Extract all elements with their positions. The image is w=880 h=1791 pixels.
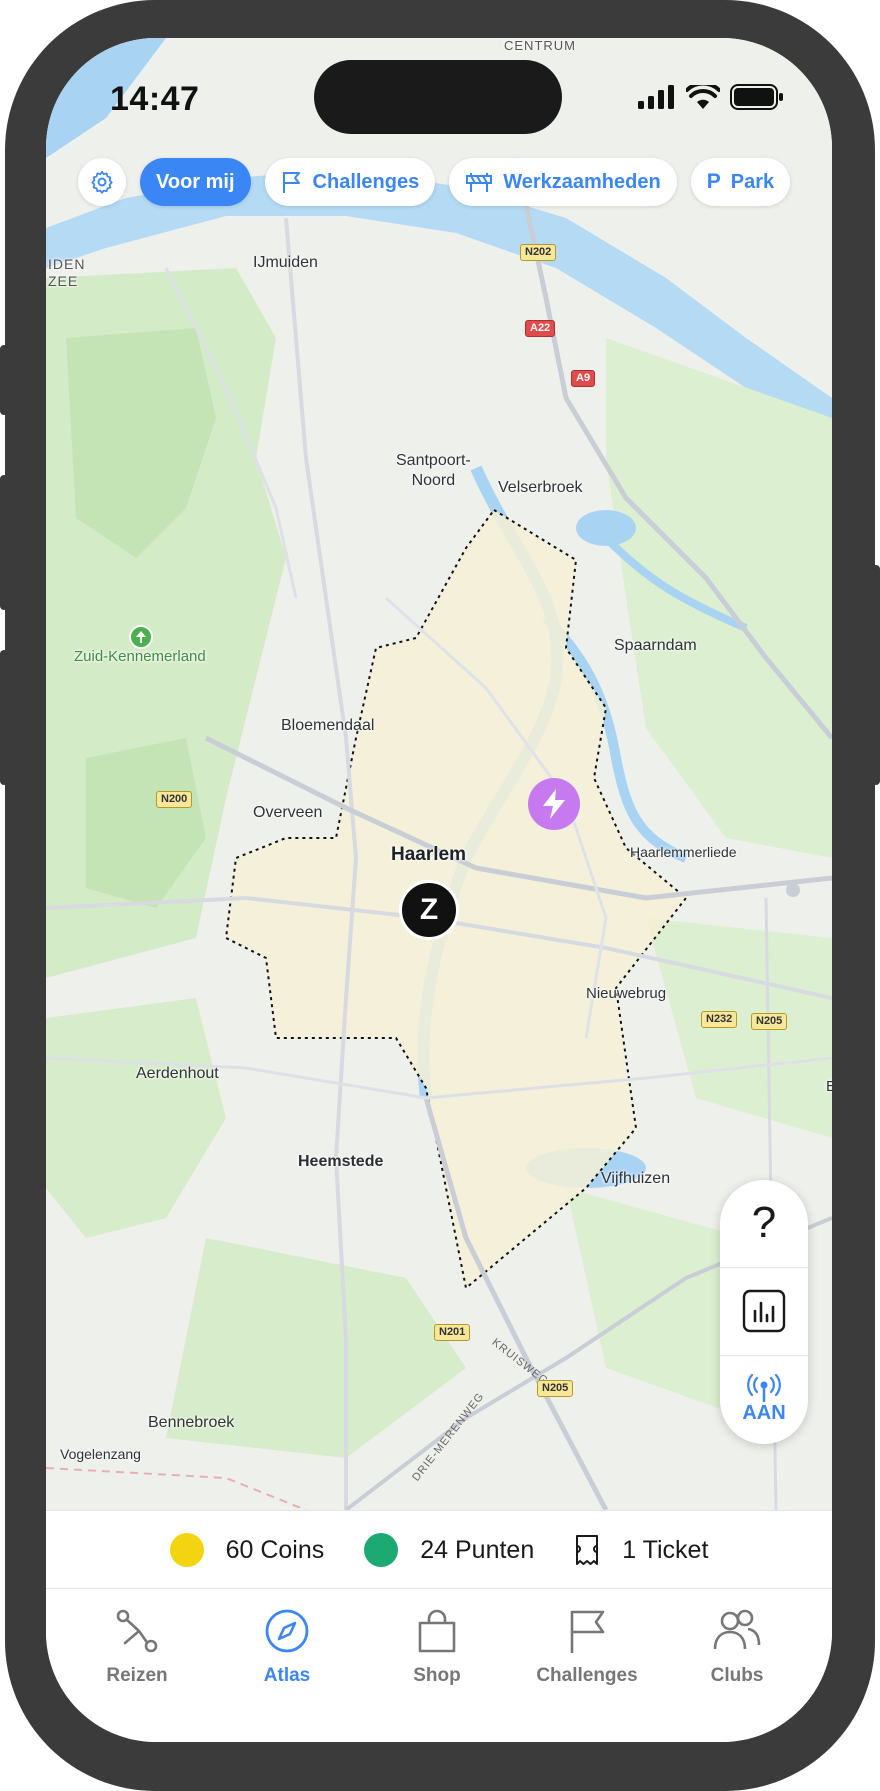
phone-device: CENTRUM IJmuiden IDEN ZEE Santpoort- Noo… — [0, 0, 880, 1791]
points-balance: 24 Punten — [364, 1533, 534, 1567]
label-zuid-kennemerland: Zuid-Kennemerland — [74, 648, 206, 665]
tab-challenges[interactable]: Challenges — [512, 1607, 662, 1687]
filter-park[interactable]: P Park — [690, 158, 791, 206]
label-haarlem: Haarlem — [391, 844, 466, 865]
dynamic-island — [314, 60, 562, 134]
label-haarlemmerliede: Haarlemmerliede — [630, 844, 737, 860]
label-velserbroek: Velserbroek — [498, 479, 583, 496]
tab-reizen[interactable]: Reizen — [62, 1607, 212, 1687]
broadcast-icon — [747, 1373, 781, 1402]
tab-clubs[interactable]: Clubs — [662, 1607, 812, 1687]
tab-atlas-label: Atlas — [263, 1665, 311, 1686]
route-icon — [116, 1609, 158, 1653]
tab-atlas[interactable]: Atlas — [212, 1607, 362, 1687]
ticket-icon — [576, 1535, 599, 1565]
label-heemstede: Heemstede — [298, 1153, 384, 1170]
label-aerdenhout: Aerdenhout — [136, 1065, 219, 1082]
filter-park-label: Park — [730, 170, 775, 193]
label-bennebroek: Bennebroek — [148, 1414, 235, 1431]
coins-balance: 60 Coins — [169, 1533, 325, 1567]
label-santpoort-noord: Santpoort- Noord — [396, 452, 471, 489]
balance-bar[interactable]: 60 Coins 24 Punten 1 Ticket — [46, 1510, 832, 1589]
map-controls: ? AAN — [720, 1180, 808, 1444]
help-button[interactable]: ? — [720, 1180, 808, 1266]
label-vogelenzang: Vogelenzang — [60, 1446, 141, 1462]
zone-marker-letter: Z — [419, 893, 439, 926]
wifi-icon — [686, 85, 720, 109]
road-shield-n200: N200 — [156, 791, 193, 808]
bar-chart-icon — [742, 1289, 786, 1333]
map-canvas — [46, 38, 832, 1510]
label-nieuwebrug: Nieuwebrug — [586, 985, 667, 1002]
tab-clubs-label: Clubs — [710, 1665, 764, 1686]
points-label: 24 Punten — [420, 1535, 535, 1564]
tickets-balance: 1 Ticket — [574, 1534, 708, 1566]
points-icon — [364, 1533, 399, 1567]
zone-marker[interactable]: Z — [399, 880, 459, 940]
map-filter-bar: Voor mij Challenges Werkzaamheden P Park — [78, 156, 832, 208]
question-mark-icon: ? — [751, 1198, 777, 1247]
flag-icon — [570, 1610, 605, 1653]
map-view[interactable]: CENTRUM IJmuiden IDEN ZEE Santpoort- Noo… — [46, 38, 832, 1510]
parking-icon: P — [706, 170, 721, 193]
bottom-tab-bar: Reizen Atlas Shop Challenges Clubs — [46, 1588, 832, 1742]
group-icon — [713, 1609, 761, 1650]
tab-challenges-label: Challenges — [536, 1665, 638, 1686]
filter-voor-mij-label: Voor mij — [156, 170, 235, 193]
tab-shop-label: Shop — [413, 1665, 461, 1686]
volume-up-button — [0, 475, 8, 610]
label-centrum: CENTRUM — [504, 38, 576, 53]
road-shield-n201: N201 — [434, 1324, 471, 1341]
filter-challenges-label: Challenges — [312, 170, 420, 193]
road-shield-n232: N232 — [701, 1011, 738, 1028]
shopping-bag-icon — [418, 1609, 456, 1653]
compass-icon — [265, 1609, 309, 1653]
battery-icon — [730, 84, 783, 110]
park-marker-icon[interactable] — [129, 625, 153, 649]
live-toggle-button[interactable]: AAN — [720, 1356, 808, 1442]
road-shield-n202: N202 — [520, 244, 557, 261]
filter-werkzaamheden-label: Werkzaamheden — [503, 170, 661, 193]
road-shield-n205: N205 — [751, 1013, 788, 1030]
gear-icon — [91, 170, 113, 194]
filter-settings-button[interactable] — [78, 158, 126, 206]
status-icons — [638, 84, 784, 110]
flag-icon — [282, 172, 300, 193]
label-bloemendaal: Bloemendaal — [281, 717, 375, 734]
status-time: 14:47 — [110, 80, 200, 118]
label-overveen: Overveen — [253, 804, 323, 821]
road-shield-a9: A9 — [571, 370, 596, 387]
label-edge-e: E — [826, 1078, 832, 1095]
label-ijmuiden: IJmuiden — [253, 254, 318, 271]
roadwork-icon — [466, 173, 493, 192]
volume-down-button — [0, 650, 8, 785]
stats-button[interactable] — [720, 1268, 808, 1354]
cellular-signal-icon — [638, 85, 674, 109]
app-screen: CENTRUM IJmuiden IDEN ZEE Santpoort- Noo… — [46, 38, 832, 1742]
tab-shop[interactable]: Shop — [362, 1607, 512, 1687]
coin-icon — [169, 1533, 204, 1567]
action-button — [0, 345, 8, 415]
filter-challenges[interactable]: Challenges — [264, 158, 436, 206]
tickets-label: 1 Ticket — [622, 1535, 709, 1564]
tab-reizen-label: Reizen — [106, 1665, 168, 1686]
road-shield-n205-south: N205 — [537, 1380, 574, 1397]
power-button — [872, 565, 880, 785]
label-iden-zee: IDEN ZEE — [48, 256, 86, 289]
filter-werkzaamheden[interactable]: Werkzaamheden — [449, 158, 677, 206]
label-spaarndam: Spaarndam — [614, 637, 697, 654]
coins-label: 60 Coins — [225, 1535, 325, 1564]
filter-voor-mij[interactable]: Voor mij — [140, 158, 251, 206]
label-vijfhuizen: Vijfhuizen — [601, 1170, 671, 1187]
road-shield-a22: A22 — [525, 320, 556, 337]
charging-marker-icon[interactable] — [528, 778, 580, 830]
live-toggle-label: AAN — [742, 1401, 786, 1424]
